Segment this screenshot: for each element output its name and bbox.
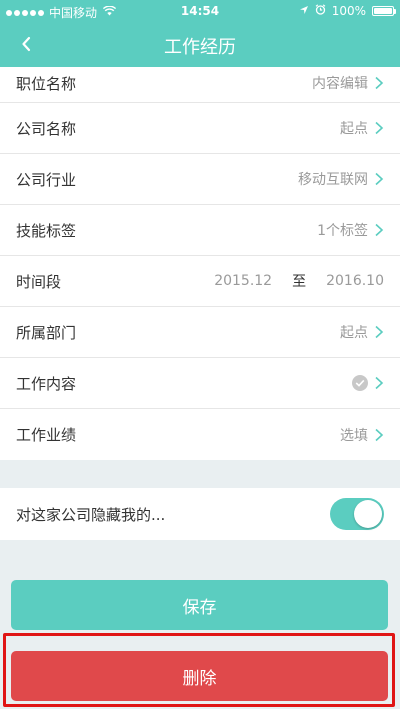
field-label: 公司名称	[16, 119, 77, 138]
chevron-right-icon	[375, 223, 384, 237]
field-value: 1个标签	[317, 223, 368, 239]
field-row-industry[interactable]: 公司行业 移动互联网	[0, 154, 400, 205]
field-label: 工作业绩	[16, 426, 77, 444]
chevron-right-icon	[375, 172, 384, 186]
alarm-clock-icon	[315, 4, 326, 18]
field-label: 技能标签	[16, 221, 77, 240]
field-value: 起点	[340, 121, 368, 137]
field-value: 选填	[340, 427, 368, 444]
field-row-achievements[interactable]: 工作业绩 选填	[0, 409, 400, 460]
field-right: 起点	[340, 322, 384, 342]
save-button[interactable]: 保存	[11, 580, 388, 630]
field-label: 职位名称	[16, 75, 77, 93]
field-row-company-name[interactable]: 公司名称 起点	[0, 103, 400, 154]
field-label: 所属部门	[16, 323, 77, 342]
delete-button[interactable]: 删除	[11, 651, 388, 701]
page-title: 工作经历	[164, 37, 236, 58]
status-bar: 中国移动 14:54 100%	[0, 0, 400, 22]
chevron-right-icon	[375, 376, 384, 390]
hide-from-company-toggle[interactable]	[330, 498, 384, 530]
battery-fill	[374, 8, 392, 14]
field-right	[352, 375, 384, 391]
field-right: 移动互联网	[298, 169, 384, 189]
chevron-right-icon	[375, 325, 384, 339]
field-right: 内容编辑	[312, 73, 384, 93]
field-value: 内容编辑	[312, 76, 368, 92]
toggle-knob	[354, 500, 382, 528]
field-label: 工作内容	[16, 374, 77, 393]
field-row-skill-tags[interactable]: 技能标签 1个标签	[0, 205, 400, 256]
end-date-picker[interactable]: 2016.10	[326, 273, 384, 289]
work-experience-screen: 中国移动 14:54 100% 工作经历 职位名称 内容编辑 公司名称 起点 公…	[0, 0, 400, 709]
field-value: 移动互联网	[298, 172, 368, 188]
hide-from-company-row: 对这家公司隐藏我的...	[0, 488, 400, 540]
date-separator: 至	[292, 274, 307, 290]
field-row-department[interactable]: 所属部门 起点	[0, 307, 400, 358]
field-row-time-period: 时间段 2015.12 至 2016.10	[0, 256, 400, 307]
location-arrow-icon	[299, 4, 309, 18]
field-right: 起点	[340, 118, 384, 138]
field-row-job-content[interactable]: 工作内容	[0, 358, 400, 409]
field-label: 公司行业	[16, 170, 77, 189]
chevron-right-icon	[375, 76, 384, 90]
battery-icon	[372, 6, 396, 16]
start-date-picker[interactable]: 2015.12	[214, 273, 272, 289]
field-row-job-title[interactable]: 职位名称 内容编辑	[0, 67, 400, 103]
field-right: 1个标签	[317, 220, 384, 240]
experience-field-list: 职位名称 内容编辑 公司名称 起点 公司行业 移动互联网 技能标签 1个标签 时…	[0, 67, 400, 460]
chevron-right-icon	[375, 428, 384, 441]
status-right: 100%	[299, 4, 396, 18]
battery-percent: 100%	[331, 4, 366, 18]
field-right: 选填	[340, 425, 384, 445]
hide-from-company-label: 对这家公司隐藏我的...	[16, 505, 166, 524]
navigation-bar: 工作经历	[0, 22, 400, 67]
check-circle-icon	[352, 375, 368, 391]
field-label: 时间段	[16, 272, 62, 291]
field-value: 起点	[340, 325, 368, 341]
chevron-right-icon	[375, 121, 384, 135]
time-range: 2015.12 至 2016.10	[214, 271, 384, 291]
